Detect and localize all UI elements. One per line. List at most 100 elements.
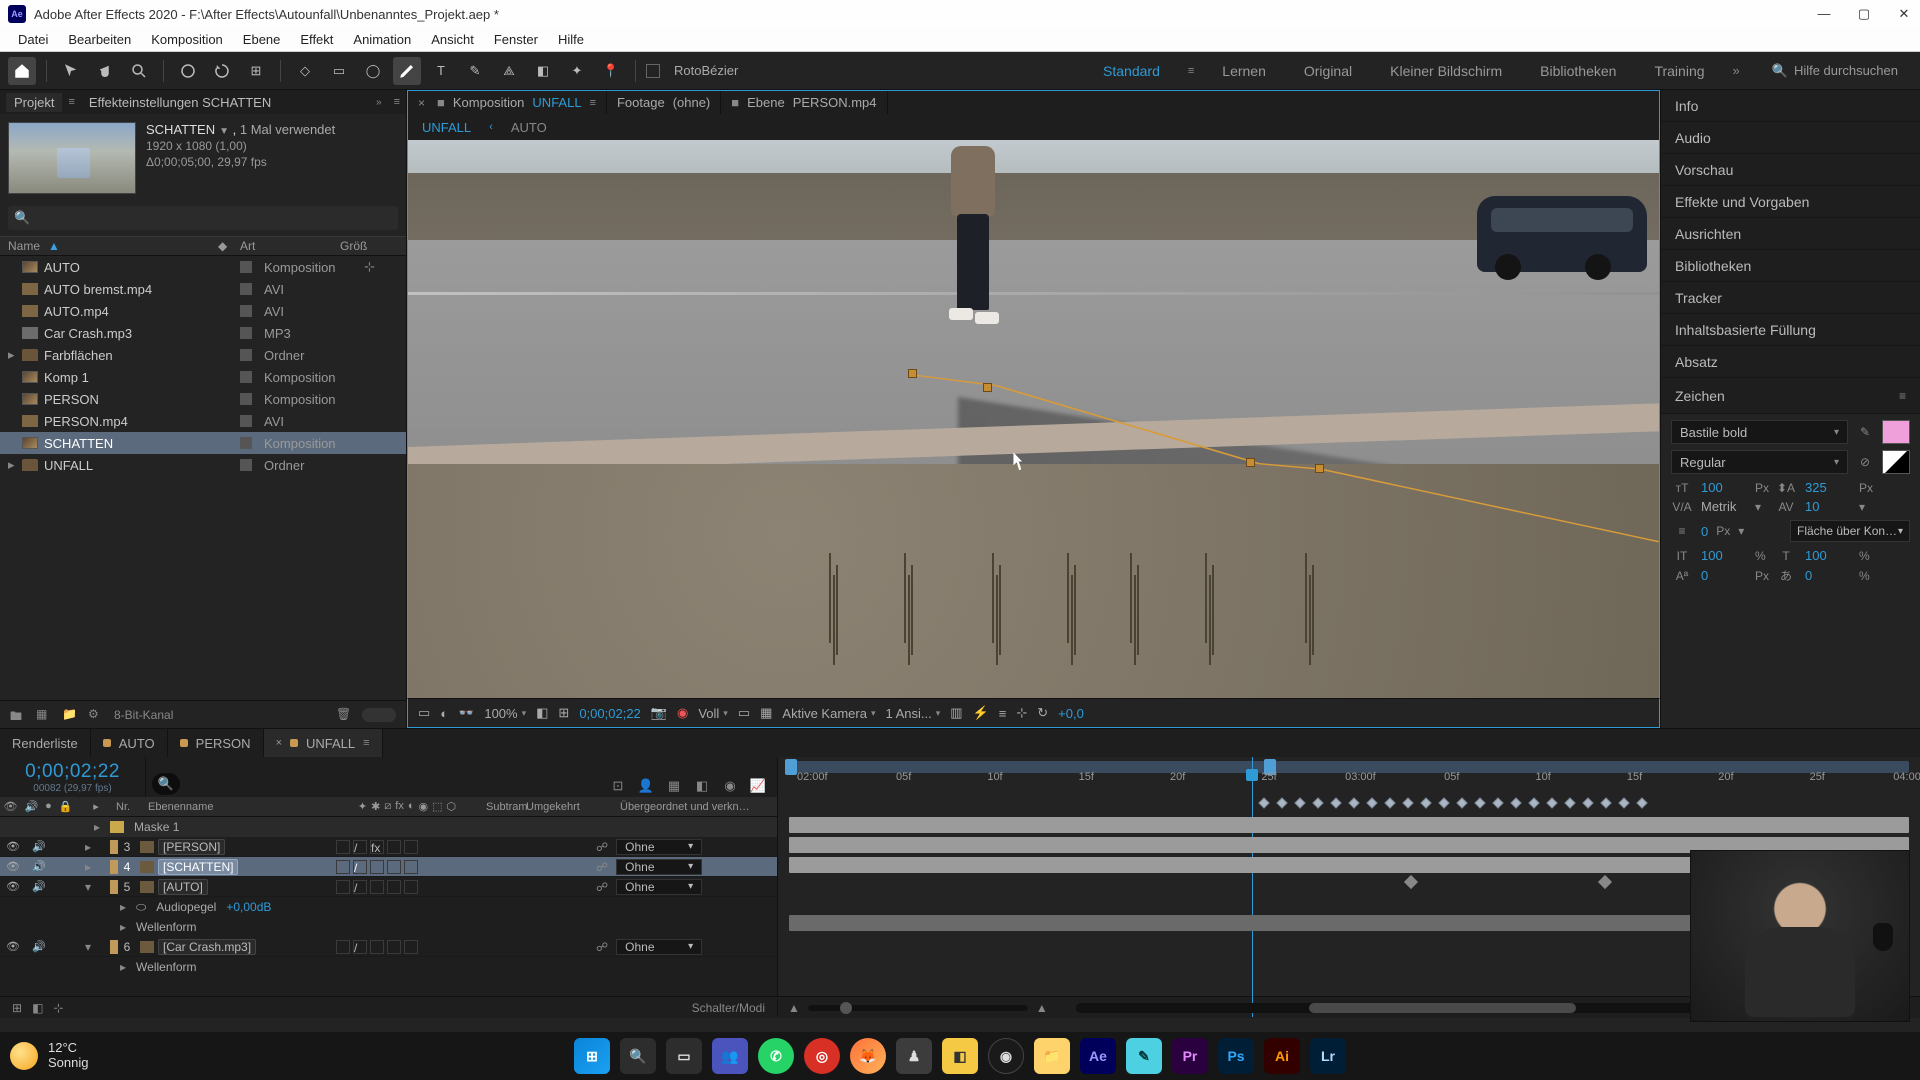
taskbar-explorer[interactable]: 📁	[1034, 1038, 1070, 1074]
stroke-color-swatch[interactable]	[1882, 450, 1910, 474]
col-size[interactable]: Größ	[340, 239, 398, 253]
panel-absatz[interactable]: Absatz	[1661, 346, 1920, 378]
taskbar-illustrator[interactable]: Ai	[1264, 1038, 1300, 1074]
track-person[interactable]	[789, 817, 1908, 833]
panel-tracker[interactable]: Tracker	[1661, 282, 1920, 314]
close-button[interactable]: ✕	[1896, 6, 1912, 22]
clone-tool[interactable]: ⟁	[495, 57, 523, 85]
label-color[interactable]	[240, 393, 252, 405]
tab-menu-icon[interactable]: ≡	[363, 737, 369, 749]
project-row[interactable]: PERSONKomposition	[0, 388, 406, 410]
panel-bibliotheken[interactable]: Bibliotheken	[1661, 250, 1920, 282]
panel-info[interactable]: Info	[1661, 90, 1920, 122]
timeline-zoom-slider[interactable]	[808, 1005, 1028, 1011]
no-stroke-icon[interactable]: ⊘	[1854, 455, 1876, 469]
playhead-line[interactable]	[1252, 775, 1253, 996]
toggle-parent-icon[interactable]: ⊹	[53, 1001, 63, 1015]
col-name[interactable]: Name	[8, 239, 40, 253]
keyframe[interactable]	[1294, 797, 1305, 808]
menu-komposition[interactable]: Komposition	[141, 30, 233, 49]
mask-keyframes[interactable]	[1260, 797, 1646, 811]
hand-tool[interactable]	[91, 57, 119, 85]
orbit-tool[interactable]	[174, 57, 202, 85]
label-color[interactable]	[240, 327, 252, 339]
breadcrumb-auto[interactable]: AUTO	[511, 120, 547, 135]
project-row[interactable]: PERSON.mp4AVI	[0, 410, 406, 432]
taskbar-obs[interactable]: ◉	[988, 1038, 1024, 1074]
label-color[interactable]	[240, 459, 252, 471]
eye-icon[interactable]: 👁	[6, 860, 20, 873]
menu-ebene[interactable]: Ebene	[233, 30, 291, 49]
label-color[interactable]	[240, 349, 252, 361]
mask-vertex[interactable]	[908, 369, 917, 378]
col-art[interactable]: Art	[240, 239, 340, 253]
start-button[interactable]: ⊞	[574, 1038, 610, 1074]
layer-color[interactable]	[110, 940, 118, 954]
keyframe[interactable]	[1492, 797, 1503, 808]
workspace-biblio[interactable]: Bibliotheken	[1530, 57, 1626, 85]
tab-projekt[interactable]: Projekt	[6, 93, 62, 112]
menu-fenster[interactable]: Fenster	[484, 30, 548, 49]
label-color[interactable]	[240, 371, 252, 383]
audiopegel-row[interactable]: ▸⬭Audiopegel+0,00dB	[0, 897, 777, 917]
transparency-icon[interactable]: ▦	[760, 705, 772, 721]
layer-search[interactable]: 🔍	[152, 773, 180, 795]
mask-vis-icon[interactable]: ▭	[418, 705, 430, 721]
frame-blend-icon[interactable]: ◧	[693, 777, 711, 795]
baseline-value[interactable]: 0	[1701, 568, 1747, 583]
adjust-icon[interactable]: ⚙	[88, 707, 104, 723]
panel-audio[interactable]: Audio	[1661, 122, 1920, 154]
reset-exp-icon[interactable]: ↻	[1037, 705, 1048, 721]
eraser-tool[interactable]: ◧	[529, 57, 557, 85]
keyframe[interactable]	[1564, 797, 1575, 808]
keyframe[interactable]	[1420, 797, 1431, 808]
composition-viewport[interactable]	[407, 140, 1660, 698]
selection-tool[interactable]	[57, 57, 85, 85]
tab-close-icon[interactable]: ×	[418, 96, 425, 110]
snapshot-icon[interactable]: 📷	[651, 705, 667, 721]
eye-icon[interactable]: 👁	[6, 840, 20, 853]
keyframe[interactable]	[1258, 797, 1269, 808]
interpret-icon[interactable]: 🖿	[10, 707, 26, 723]
panel-menu-icon[interactable]: ≡	[1899, 389, 1906, 403]
roto-tool[interactable]: ✦	[563, 57, 591, 85]
speaker-icon[interactable]: 🔊	[32, 940, 46, 953]
tab-tl-auto[interactable]: AUTO	[91, 729, 168, 757]
comp-settings-icon[interactable]: ⊡	[609, 777, 627, 795]
label-color[interactable]	[240, 305, 252, 317]
project-row[interactable]: ▸UNFALLOrdner	[0, 454, 406, 476]
project-search[interactable]: 🔍	[8, 206, 398, 230]
layer-row[interactable]: 👁🔊▸3[PERSON]/fx☍Ohne▾	[0, 837, 777, 857]
font-size-value[interactable]: 100	[1701, 480, 1747, 495]
keyframe[interactable]	[1330, 797, 1341, 808]
tab-effekteinstellungen[interactable]: Effekteinstellungen SCHATTEN	[81, 93, 279, 112]
rect-tool[interactable]: ▭	[325, 57, 353, 85]
project-row[interactable]: AUTO.mp4AVI	[0, 300, 406, 322]
keyframe[interactable]	[1636, 797, 1647, 808]
timeline-timecode[interactable]: 0;00;02;22 00082 (29,97 fps)	[0, 757, 146, 797]
keyframe[interactable]	[1276, 797, 1287, 808]
menu-effekt[interactable]: Effekt	[290, 30, 343, 49]
tsume-value[interactable]: 0	[1805, 568, 1851, 583]
expand-icon[interactable]: ▸	[76, 840, 100, 854]
graph-editor-icon[interactable]: 📈	[749, 777, 767, 795]
current-frame-time[interactable]: 0;00;02;22	[579, 706, 640, 721]
workspace-original[interactable]: Original	[1294, 57, 1362, 85]
vscale-value[interactable]: 100	[1701, 548, 1747, 563]
tab-tl-unfall[interactable]: ×UNFALL≡	[264, 729, 383, 757]
type-tool[interactable]: T	[427, 57, 455, 85]
views-dropdown[interactable]: 1 Ansi... ▾	[885, 706, 940, 721]
taskbar-whatsapp[interactable]: ✆	[758, 1038, 794, 1074]
panel-overflow-icon[interactable]: »	[376, 97, 382, 108]
keyframe[interactable]	[1348, 797, 1359, 808]
layer-color[interactable]	[110, 840, 118, 854]
keyframe[interactable]	[1456, 797, 1467, 808]
glasses-icon[interactable]: 👓	[458, 705, 474, 721]
keyframe[interactable]	[1474, 797, 1485, 808]
rotobezier-checkbox[interactable]	[646, 64, 660, 78]
taskbar-app-red[interactable]: ◎	[804, 1038, 840, 1074]
color-depth[interactable]: 8-Bit-Kanal	[114, 708, 173, 722]
ellipse-tool[interactable]: ◯	[359, 57, 387, 85]
layer-row[interactable]: 👁🔊▾5[AUTO]/☍Ohne▾	[0, 877, 777, 897]
mask-vertex[interactable]	[983, 383, 992, 392]
